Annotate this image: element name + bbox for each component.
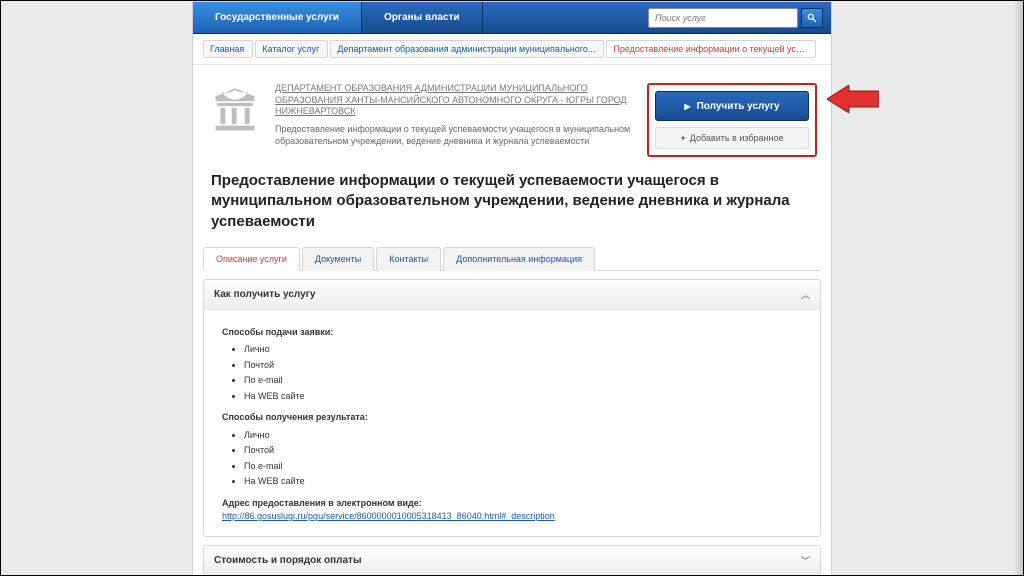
top-nav: Государственные услуги Органы власти xyxy=(193,2,831,34)
emblem-icon xyxy=(207,83,263,139)
breadcrumb-item-current: Предоставление информации о текущей успе… xyxy=(606,40,816,58)
breadcrumb: Главная Каталог услуг Департамент образо… xyxy=(193,34,831,65)
apply-label: Способы подачи заявки: xyxy=(222,326,802,340)
service-subtitle: Предоставление информации о текущей успе… xyxy=(275,124,635,147)
page: Государственные услуги Органы власти Гла… xyxy=(192,1,832,576)
header-text: ДЕПАРТАМЕНТ ОБРАЗОВАНИЯ АДМИНИСТРАЦИИ МУ… xyxy=(275,83,635,157)
search-button[interactable] xyxy=(801,8,823,28)
add-favorite-label: Добавить в избранное xyxy=(690,133,784,143)
accordion-header[interactable]: Стоимость и порядок оплаты ﹀ xyxy=(204,546,820,575)
content-tabs: Описание услуги Документы Контакты Допол… xyxy=(203,244,821,271)
tab-additional[interactable]: Дополнительная информация xyxy=(443,247,595,271)
service-header: ДЕПАРТАМЕНТ ОБРАЗОВАНИЯ АДМИНИСТРАЦИИ МУ… xyxy=(193,65,831,167)
get-service-label: Получить услугу xyxy=(697,101,780,112)
list-item: Лично xyxy=(244,343,802,357)
page-title: Предоставление информации о текущей успе… xyxy=(193,167,831,244)
accordion-cost: Стоимость и порядок оплаты ﹀ xyxy=(203,545,821,576)
scroll-shadow xyxy=(1013,1,1023,575)
list-item: Почтой xyxy=(244,444,802,458)
accordion-title: Как получить услугу xyxy=(214,289,315,300)
tab-contacts[interactable]: Контакты xyxy=(376,247,441,271)
list-item: Лично xyxy=(244,429,802,443)
tab-documents[interactable]: Документы xyxy=(302,247,374,271)
list-item: Почтой xyxy=(244,359,802,373)
list-item: По e-mail xyxy=(244,374,802,388)
breadcrumb-item[interactable]: Каталог услуг xyxy=(255,40,328,58)
result-methods-list: Лично Почтой По e-mail На WEB сайте xyxy=(244,429,802,489)
get-service-button[interactable]: Получить услугу xyxy=(655,91,809,121)
action-box: Получить услугу Добавить в избранное xyxy=(647,83,817,157)
list-item: На WEB сайте xyxy=(244,390,802,404)
viewport: Государственные услуги Органы власти Гла… xyxy=(0,0,1024,576)
chevron-up-icon: ︿ xyxy=(801,288,810,301)
electronic-address-link[interactable]: http://86.gosuslugi.ru/pgu/service/86000… xyxy=(222,511,555,521)
accordion-header[interactable]: Как получить услугу ︿ xyxy=(204,280,820,310)
chevron-down-icon: ﹀ xyxy=(801,554,810,567)
search-icon xyxy=(807,13,817,23)
nav-tab-label: Государственные услуги xyxy=(215,12,339,23)
arrow-callout-icon xyxy=(827,85,879,113)
nav-tab-label: Органы власти xyxy=(384,12,460,23)
list-item: На WEB сайте xyxy=(244,475,802,489)
accordion-how: Как получить услугу ︿ Способы подачи зая… xyxy=(203,279,821,537)
search-input[interactable] xyxy=(648,8,798,28)
accordion-title: Стоимость и порядок оплаты xyxy=(214,555,362,566)
apply-methods-list: Лично Почтой По e-mail На WEB сайте xyxy=(244,343,802,403)
result-label: Способы получения результата: xyxy=(222,411,802,425)
search-wrap xyxy=(640,2,831,33)
nav-tab-authorities[interactable]: Органы власти xyxy=(362,2,483,33)
nav-tab-services[interactable]: Государственные услуги xyxy=(193,2,362,33)
list-item: По e-mail xyxy=(244,460,802,474)
tab-description[interactable]: Описание услуги xyxy=(203,247,300,271)
add-favorite-button[interactable]: Добавить в избранное xyxy=(655,127,809,149)
accordion-body: Способы подачи заявки: Лично Почтой По e… xyxy=(204,310,820,536)
address-label: Адрес предоставления в электронном виде: xyxy=(222,497,802,511)
department-name[interactable]: ДЕПАРТАМЕНТ ОБРАЗОВАНИЯ АДМИНИСТРАЦИИ МУ… xyxy=(275,83,635,118)
breadcrumb-item[interactable]: Департамент образования администрации му… xyxy=(330,40,604,58)
breadcrumb-item[interactable]: Главная xyxy=(203,40,253,58)
